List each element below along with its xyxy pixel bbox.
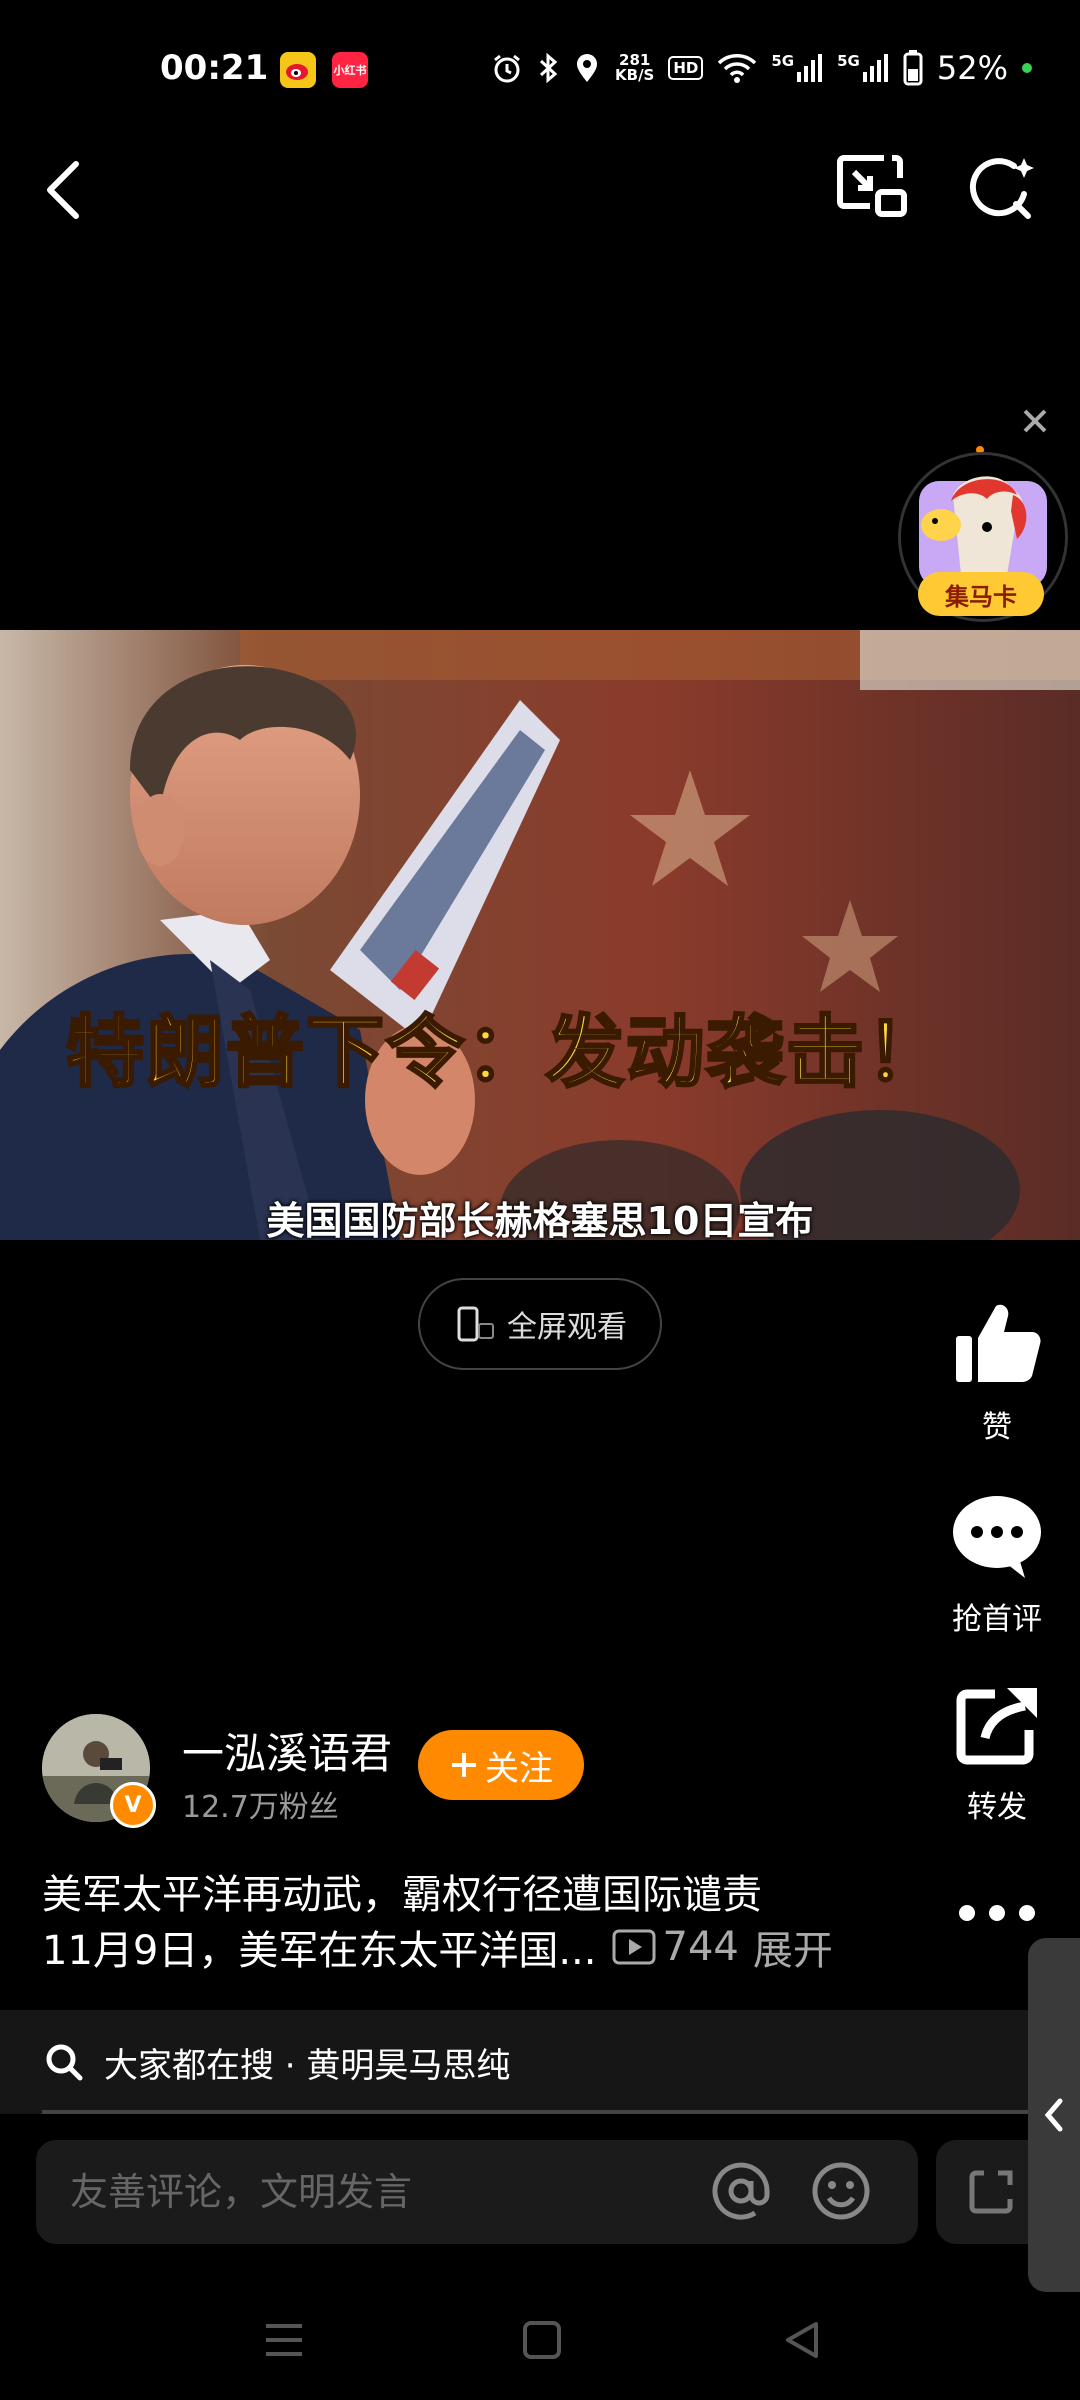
- status-time: 00:21: [160, 48, 269, 88]
- follow-button[interactable]: 关注: [418, 1730, 584, 1800]
- at-sign-icon: [712, 2162, 770, 2220]
- close-icon: [1023, 409, 1047, 433]
- wifi-icon: [718, 54, 757, 83]
- video-frame: [0, 630, 1080, 1240]
- play-icon: [612, 1929, 655, 1965]
- like-label: 赞: [982, 1410, 1012, 1445]
- verified-badge: V: [110, 1782, 156, 1828]
- menu-nav-button[interactable]: [254, 2310, 314, 2370]
- back-arrow-icon: [47, 161, 79, 219]
- video-subtitle: 美国国防部长赫格塞思10日宣布: [266, 1199, 814, 1240]
- promo-label[interactable]: 集马卡: [918, 572, 1044, 616]
- search-suggestion-text: 大家都在搜 · 黄明昊马思纯: [104, 2045, 511, 2086]
- search-suggestion-bar[interactable]: 大家都在搜 · 黄明昊马思纯: [0, 2010, 1060, 2114]
- chevron-left-icon: [1044, 2098, 1063, 2132]
- post-title: 美军太平洋再动武，霸权行径遭国际谴责: [42, 1872, 762, 1918]
- fullscreen-label: 全屏观看: [507, 1311, 627, 1344]
- menu-icon: [266, 2324, 302, 2356]
- divider: [42, 2110, 1032, 2114]
- comment-input[interactable]: [36, 2140, 918, 2244]
- thumbs-up-icon: [956, 1304, 1041, 1382]
- signal-bars-icon: [862, 54, 888, 82]
- alarm-icon: [494, 54, 520, 83]
- active-dot: [1022, 63, 1032, 73]
- fullscreen-button[interactable]: 全屏观看: [418, 1278, 662, 1370]
- video-player[interactable]: 特朗普下令：发动袭击！ 美国国防部长赫格塞思10日宣布: [0, 630, 1080, 1240]
- post-summary[interactable]: 11月9日，美军在东太平洋国... 744 展开: [42, 1918, 833, 1976]
- mention-button[interactable]: [708, 2158, 774, 2224]
- share-button[interactable]: 转发: [937, 1686, 1057, 1826]
- expand-link[interactable]: 展开: [753, 1918, 833, 1976]
- plus-icon: [452, 1753, 476, 1777]
- more-dots-icon: [959, 1905, 1035, 1921]
- back-triangle-icon: [786, 2322, 818, 2358]
- network-speed: 281 KB/S: [615, 51, 655, 84]
- more-button[interactable]: [937, 1896, 1057, 1931]
- video-headline: 特朗普下令：发动袭击！: [64, 1007, 947, 1100]
- like-button[interactable]: 赞: [937, 1300, 1057, 1446]
- bluetooth-icon: [539, 52, 558, 84]
- back-button[interactable]: [40, 160, 88, 223]
- home-square-icon: [523, 2321, 561, 2359]
- view-count-value: 744: [662, 1924, 739, 1970]
- location-icon: [577, 54, 598, 82]
- back-nav-button[interactable]: [772, 2310, 832, 2370]
- battery-icon: [903, 50, 923, 86]
- view-count: 744: [611, 1924, 739, 1970]
- emoji-button[interactable]: [808, 2158, 874, 2224]
- signal-2: 5G: [837, 54, 889, 82]
- follow-label: 关注: [485, 1748, 553, 1789]
- smiley-icon: [812, 2162, 870, 2220]
- hd-badge: HD: [668, 56, 704, 80]
- ai-search-icon: [969, 158, 1034, 219]
- weibo-app-icon: [280, 52, 316, 88]
- share-icon: [956, 1688, 1037, 1765]
- post-excerpt: 11月9日，美军在东太平洋国...: [42, 1928, 597, 1974]
- signal-1: 5G: [771, 54, 823, 82]
- battery-percent: 52%: [936, 49, 1008, 87]
- close-promo-button[interactable]: [1020, 406, 1050, 439]
- comment-button[interactable]: 抢首评: [937, 1494, 1057, 1638]
- picture-in-picture-button[interactable]: [836, 154, 908, 223]
- corner-square-icon: [969, 2170, 1013, 2214]
- side-drawer-handle[interactable]: [1028, 1938, 1080, 2292]
- comment-label: 抢首评: [952, 1602, 1042, 1637]
- author-name[interactable]: 一泓溪语君: [182, 1720, 392, 1781]
- search-icon: [46, 2044, 83, 2081]
- status-icons: 281 KB/S HD 5G 5G 52%: [491, 46, 1032, 90]
- ai-search-button[interactable]: [966, 154, 1036, 227]
- pip-icon: [837, 155, 907, 217]
- home-nav-button[interactable]: [512, 2310, 572, 2370]
- signal-bars-icon: [797, 54, 823, 82]
- share-label: 转发: [967, 1790, 1027, 1825]
- follower-count: 12.7万粉丝: [182, 1790, 339, 1825]
- phone-rotate-icon: [457, 1306, 494, 1342]
- comment-bubble-icon: [953, 1496, 1041, 1578]
- xiaohongshu-app-icon: 小红书: [332, 52, 368, 88]
